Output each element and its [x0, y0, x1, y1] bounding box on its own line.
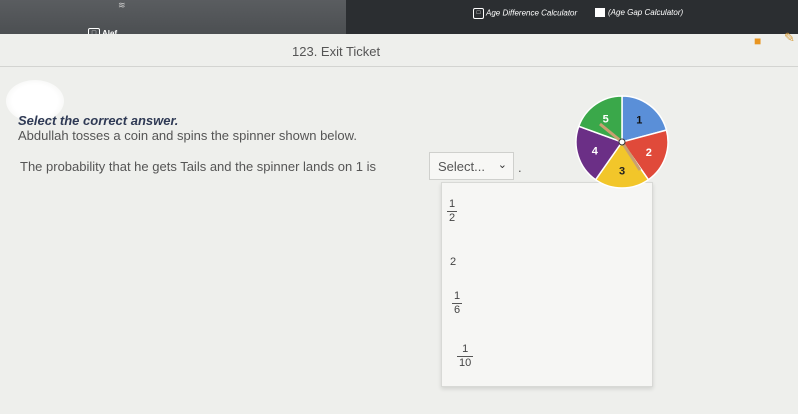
page-title: 123. Exit Ticket [292, 44, 381, 59]
fraction: 1 10 [457, 343, 474, 369]
spinner-diagram: 1 2 3 4 5 [575, 95, 669, 189]
wifi-icon: ≋ [118, 0, 126, 10]
option-one-sixth[interactable]: 1 6 [452, 290, 463, 317]
fraction: 1 2 [447, 198, 458, 224]
header-divider [0, 66, 798, 67]
spinner-label-4: 4 [592, 146, 599, 158]
spinner-label-1: 1 [636, 114, 642, 126]
calculator-icon: □ [473, 8, 484, 19]
instruction-text: Select the correct answer. [18, 113, 179, 128]
select-placeholder: Select... [438, 159, 485, 174]
option-two[interactable]: 2 [450, 256, 456, 268]
end-punctuation: . [518, 160, 522, 175]
fraction: 1 6 [452, 290, 463, 316]
select-dropdown: 1 2 2 1 6 1 10 [441, 182, 653, 387]
pencil-icon[interactable]: ✎ [784, 30, 795, 46]
option-one-half[interactable]: 1 2 [447, 198, 458, 225]
chevron-down-icon: ⌄ [497, 159, 507, 171]
question-prompt: The probability that he gets Tails and t… [20, 159, 377, 174]
question-card [0, 34, 798, 414]
bookmark-icon [595, 8, 605, 18]
spinner-label-2: 2 [646, 147, 652, 159]
orange-square-icon[interactable]: ■ [754, 34, 761, 48]
spinner-label-5: 5 [603, 114, 609, 126]
bookmark-age-gap[interactable]: (Age Gap Calculator) [595, 8, 683, 18]
spinner-center [618, 138, 626, 146]
answer-select[interactable]: Select... ⌄ [429, 152, 514, 180]
question-stem: Abdullah tosses a coin and spins the spi… [18, 128, 357, 143]
bookmark-age-difference[interactable]: □ Age Difference Calculator [473, 8, 577, 19]
option-one-tenth[interactable]: 1 10 [457, 343, 474, 370]
spinner-label-3: 3 [619, 166, 625, 178]
